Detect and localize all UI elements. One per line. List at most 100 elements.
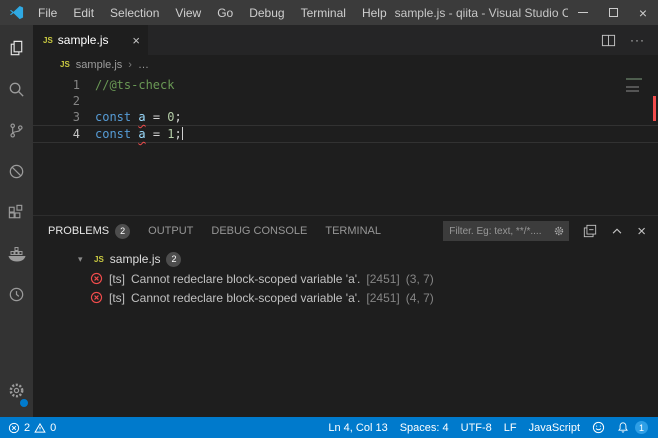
tab-debug-console[interactable]: DEBUG CONSOLE	[211, 225, 307, 237]
editor-area: JS sample.js × ··· JS sample.js › … 1 //…	[33, 25, 658, 417]
git-branch-icon	[10, 123, 23, 138]
manage-button[interactable]	[0, 373, 33, 408]
sidebar-item-extension-clock[interactable]	[0, 274, 33, 315]
problem-item[interactable]: [ts] Cannot redeclare block-scoped varia…	[33, 269, 658, 288]
code-text: const a = 0;	[95, 109, 182, 125]
menu-go[interactable]: Go	[209, 0, 241, 25]
sidebar-item-search[interactable]	[0, 69, 33, 110]
problem-position: (3, 7)	[405, 271, 434, 286]
tab-output[interactable]: OUTPUT	[148, 225, 193, 237]
menu-help[interactable]: Help	[354, 0, 395, 25]
warning-count: 0	[50, 421, 57, 434]
minimap-line-mark	[626, 78, 642, 80]
notifications-button[interactable]: 1	[617, 421, 648, 434]
problem-item[interactable]: [ts] Cannot redeclare block-scoped varia…	[33, 288, 658, 307]
code-editor[interactable]: 1 //@ts-check 2 3 const a = 0; 4 const a…	[33, 74, 658, 215]
minimize-button[interactable]	[568, 0, 598, 25]
problems-count-badge: 2	[115, 223, 131, 239]
problem-source: [ts]	[109, 290, 126, 305]
javascript-file-icon: JS	[43, 35, 53, 45]
encoding-button[interactable]: UTF-8	[461, 422, 492, 434]
error-icon	[8, 422, 20, 433]
panel-header: PROBLEMS 2 OUTPUT DEBUG CONSOLE TERMINAL	[33, 216, 658, 246]
notification-count-badge: 1	[635, 421, 648, 434]
close-tab-button[interactable]: ×	[132, 33, 140, 48]
menu-selection[interactable]: Selection	[102, 0, 167, 25]
comment-token: //@ts-check	[95, 78, 175, 92]
error-variable-token: a	[138, 110, 146, 124]
semicolon-token: ;	[174, 127, 182, 141]
problems-file-group[interactable]: ▾ JS sample.js 2	[33, 249, 658, 269]
feedback-button[interactable]	[592, 421, 605, 434]
title-bar: File Edit Selection View Go Debug Termin…	[0, 0, 658, 25]
overview-ruler-error-mark	[653, 96, 656, 121]
settings-badge	[19, 398, 29, 408]
vscode-logo-icon	[9, 5, 24, 20]
split-editor-icon[interactable]	[601, 33, 616, 48]
tab-problems[interactable]: PROBLEMS 2	[48, 223, 131, 239]
status-left: 2 0	[8, 422, 56, 434]
problems-filter-box	[443, 221, 570, 241]
menu-file[interactable]: File	[30, 0, 65, 25]
minimap-line-mark	[626, 82, 648, 84]
error-count: 2	[24, 421, 31, 434]
breadcrumb-file[interactable]: sample.js	[76, 59, 122, 71]
eol-button[interactable]: LF	[504, 422, 517, 434]
indentation-button[interactable]: Spaces: 4	[400, 422, 449, 434]
keyword-token: const	[95, 127, 139, 141]
line-number[interactable]: 2	[33, 93, 80, 109]
problems-list: ▾ JS sample.js 2 [ts] Cannot redeclare b…	[33, 249, 658, 417]
clock-icon	[9, 287, 24, 302]
more-actions-icon[interactable]: ···	[630, 33, 645, 47]
tab-sample-js[interactable]: JS sample.js ×	[33, 25, 148, 55]
menu-bar: File Edit Selection View Go Debug Termin…	[30, 0, 395, 25]
menu-terminal[interactable]: Terminal	[293, 0, 354, 25]
menu-view[interactable]: View	[167, 0, 209, 25]
cursor-position-button[interactable]: Ln 4, Col 13	[328, 422, 387, 434]
line-number[interactable]: 3	[33, 109, 80, 125]
debug-circle-slash-icon	[9, 164, 24, 179]
close-window-button[interactable]: ×	[628, 0, 658, 25]
problem-position: (4, 7)	[405, 290, 434, 305]
chevron-down-icon[interactable]: ▾	[78, 254, 88, 265]
javascript-file-icon: JS	[94, 254, 104, 264]
collapse-all-icon[interactable]	[583, 224, 597, 238]
status-right: Ln 4, Col 13 Spaces: 4 UTF-8 LF JavaScri…	[316, 421, 648, 434]
breadcrumb-separator-icon: ›	[128, 58, 132, 71]
menu-edit[interactable]: Edit	[65, 0, 102, 25]
close-panel-button[interactable]: ×	[637, 224, 646, 239]
problem-code: [2451]	[366, 271, 400, 286]
code-line-4-current: 4 const a = 1;	[33, 125, 658, 143]
maximize-icon	[608, 8, 618, 17]
errors-warnings-button[interactable]: 2 0	[8, 422, 56, 434]
problem-message: Cannot redeclare block-scoped variable '…	[131, 271, 361, 286]
problems-filter-input[interactable]	[449, 225, 554, 237]
sidebar-item-source-control[interactable]	[0, 110, 33, 151]
tab-label: sample.js	[57, 33, 109, 47]
line-number[interactable]: 1	[33, 77, 80, 93]
panel-actions: ×	[583, 224, 646, 239]
tab-problems-label: PROBLEMS	[48, 225, 110, 237]
explorer-files-icon	[10, 40, 23, 56]
sidebar-item-explorer[interactable]	[0, 28, 33, 69]
sidebar-item-extensions[interactable]	[0, 192, 33, 233]
breadcrumb[interactable]: JS sample.js › …	[33, 55, 658, 74]
sidebar-item-debug[interactable]	[0, 151, 33, 192]
filter-icon[interactable]	[553, 225, 565, 237]
tab-terminal[interactable]: TERMINAL	[325, 225, 381, 237]
breadcrumb-more[interactable]: …	[138, 59, 149, 71]
error-variable-token: a	[138, 127, 146, 141]
menu-debug[interactable]: Debug	[241, 0, 292, 25]
problems-group-filename: sample.js	[109, 252, 161, 266]
line-number[interactable]: 4	[33, 126, 80, 142]
bottom-panel: PROBLEMS 2 OUTPUT DEBUG CONSOLE TERMINAL	[33, 215, 658, 417]
maximize-panel-icon[interactable]	[610, 224, 624, 238]
minimap-line-mark	[626, 86, 639, 88]
language-mode-button[interactable]: JavaScript	[529, 422, 580, 434]
main-area: JS sample.js × ··· JS sample.js › … 1 //…	[0, 25, 658, 417]
text-cursor	[181, 127, 183, 140]
minimize-icon	[578, 12, 588, 13]
minimap[interactable]	[626, 78, 648, 92]
sidebar-item-docker[interactable]	[0, 233, 33, 274]
maximize-button[interactable]	[598, 0, 628, 25]
